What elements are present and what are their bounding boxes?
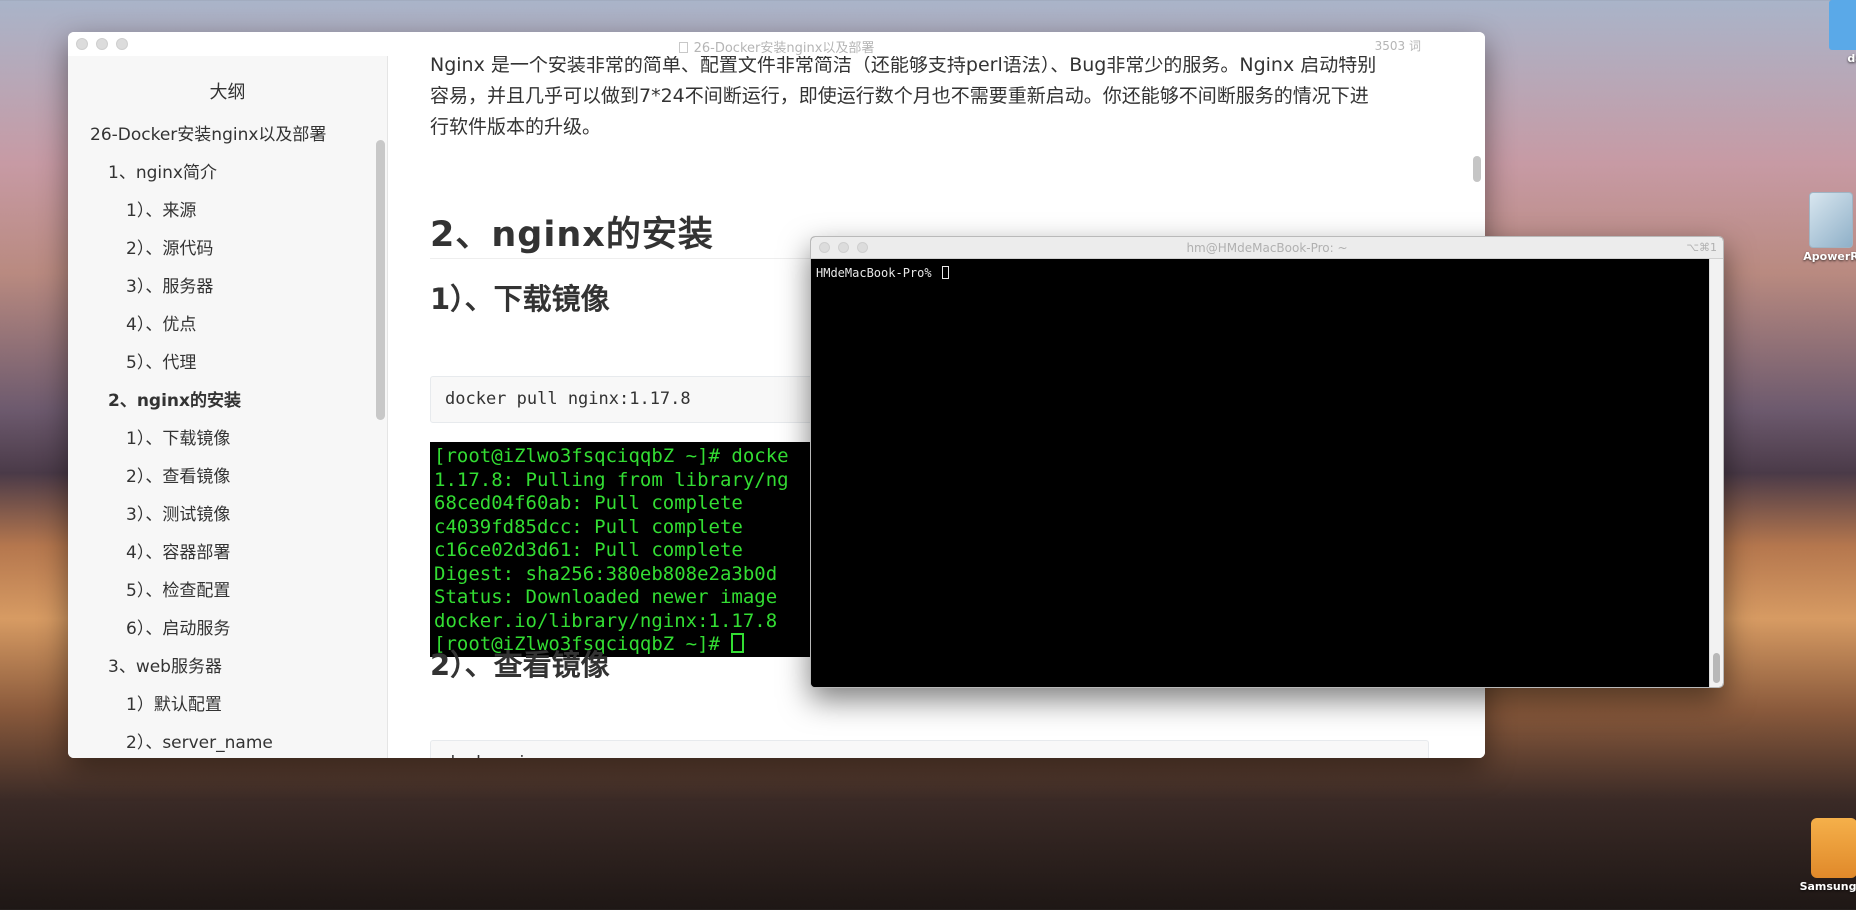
outline-item[interactable]: 2）、server_name (68, 724, 387, 758)
code-block-images[interactable]: docker images (430, 740, 1429, 758)
paragraph-line: 容易，并且几乎可以做到7*24不间断运行，即使运行数个月也不需要重新启动。你还能… (430, 85, 1369, 107)
desktop-icon-label: ApowerR (1803, 250, 1856, 263)
terminal-shortcut: ⌥⌘1 (1686, 241, 1717, 254)
terminal-image-line: c4039fd85dcc: Pull complete (434, 515, 743, 538)
terminal-scroll-thumb[interactable] (1713, 653, 1720, 683)
paragraph-line: Nginx 是一个安装非常的简单、配置文件非常简洁（还能够支持perl语法）、B… (430, 56, 1377, 76)
outline-item-active[interactable]: 2、nginx的安装 (68, 382, 387, 420)
terminal-cursor (941, 266, 949, 279)
document-icon (678, 42, 688, 53)
outline-item[interactable]: 2）、查看镜像 (68, 458, 387, 496)
terminal-body[interactable]: HMdeMacBook-Pro% (811, 259, 1709, 687)
outline-item[interactable]: 3）、测试镜像 (68, 496, 387, 534)
terminal-image-line: [root@iZlwo3fsqciqqbZ ~]# docke (434, 445, 789, 467)
app-icon (1809, 192, 1853, 248)
terminal-image-line: docker.io/library/nginx:1.17.8 (434, 609, 778, 632)
outline-item[interactable]: 1）、来源 (68, 192, 387, 230)
terminal-titlebar[interactable]: hm@HMdeMacBook-Pro: ~ ⌥⌘1 (811, 237, 1723, 259)
intro-paragraph[interactable]: Nginx 是一个安装非常的简单、配置文件非常简洁（还能够支持perl语法）、B… (430, 56, 1430, 143)
window-title: 26-Docker安装nginx以及部署 (68, 37, 1485, 56)
folder-icon (1829, 0, 1856, 50)
terminal-screenshot-image: [root@iZlwo3fsqciqqbZ ~]# docke 1.17.8: P… (430, 442, 820, 657)
outline-scrollbar[interactable] (376, 140, 385, 420)
terminal-prompt: HMdeMacBook-Pro% (816, 266, 939, 280)
terminal-window[interactable]: hm@HMdeMacBook-Pro: ~ ⌥⌘1 HMdeMacBook-Pr… (810, 236, 1724, 688)
terminal-image-line: Status: Downloaded newer image (434, 586, 778, 608)
desktop-app-icon[interactable]: ApowerR (1803, 192, 1856, 263)
window-titlebar[interactable]: 26-Docker安装nginx以及部署 3503 词 (68, 32, 1485, 56)
heading-view-image[interactable]: 2）、查看镜像 (430, 642, 610, 684)
outline-sidebar: 大纲 26-Docker安装nginx以及部署 1、nginx简介 1）、来源 … (68, 56, 388, 758)
outline-item[interactable]: 26-Docker安装nginx以及部署 (68, 116, 387, 154)
outline-item[interactable]: 4）、容器部署 (68, 534, 387, 572)
outline-item[interactable]: 5）、检查配置 (68, 572, 387, 610)
window-title-text: 26-Docker安装nginx以及部署 (693, 41, 875, 56)
drive-icon (1811, 818, 1856, 878)
terminal-image-cursor (731, 633, 745, 653)
outline-item[interactable]: 1、nginx简介 (68, 154, 387, 192)
word-count[interactable]: 3503 词 (1375, 37, 1421, 54)
outline-list: 26-Docker安装nginx以及部署 1、nginx简介 1）、来源 2）、… (68, 116, 387, 758)
outline-item[interactable]: 4）、优点 (68, 306, 387, 344)
heading-download-image[interactable]: 1）、下载镜像 (430, 276, 610, 318)
desktop-drive-icon[interactable]: Samsung (1800, 818, 1856, 893)
outline-item[interactable]: 1）、下载镜像 (68, 420, 387, 458)
paragraph-line: 行软件版本的升级。 (430, 116, 602, 138)
outline-title: 大纲 (209, 82, 246, 103)
terminal-title: hm@HMdeMacBook-Pro: ~ (1186, 241, 1348, 255)
desktop-icon-label: da (1847, 52, 1856, 65)
outline-item[interactable]: 1）默认配置 (68, 686, 387, 724)
terminal-image-line: Digest: sha256:380eb808e2a3b0d (434, 562, 778, 585)
terminal-image-line: c16ce02d3d61: Pull complete (434, 539, 743, 561)
outline-item[interactable]: 3、web服务器 (68, 648, 387, 686)
desktop-icon-label: Samsung (1799, 880, 1856, 893)
terminal-image-line: 68ced04f60ab: Pull complete (434, 492, 743, 514)
outline-item[interactable]: 6）、启动服务 (68, 610, 387, 648)
outline-item[interactable]: 3）、服务器 (68, 268, 387, 306)
desktop-folder-icon[interactable]: da (1826, 0, 1856, 65)
terminal-scrollbar[interactable] (1709, 259, 1723, 687)
editor-scrollbar[interactable] (1473, 156, 1481, 182)
terminal-image-line: 1.17.8: Pulling from library/ng (434, 468, 789, 491)
outline-item[interactable]: 2）、源代码 (68, 230, 387, 268)
heading-install[interactable]: 2、nginx的安装 (430, 206, 714, 257)
outline-item[interactable]: 5）、代理 (68, 344, 387, 382)
